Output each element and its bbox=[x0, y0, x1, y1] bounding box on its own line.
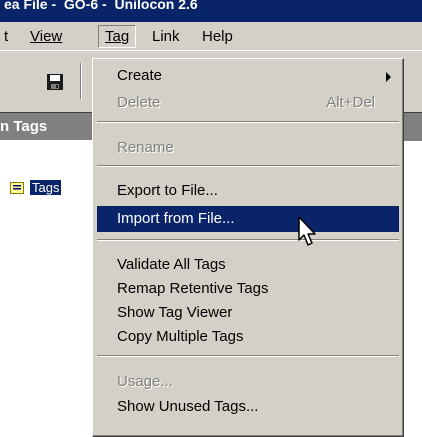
menu-item-remap[interactable]: Remap Retentive Tags bbox=[97, 276, 399, 302]
menu-item-rename-label: Rename bbox=[117, 139, 174, 156]
menu-item-usage-label: Usage... bbox=[117, 373, 173, 390]
menu-item-show-unused[interactable]: Show Unused Tags... bbox=[97, 394, 399, 420]
menu-item-create[interactable]: Create bbox=[97, 63, 399, 89]
tree-node-tags[interactable]: Tags bbox=[28, 179, 63, 196]
menu-item-copy-multiple-label: Copy Multiple Tags bbox=[117, 328, 244, 345]
menu-tag[interactable]: Tag bbox=[98, 25, 137, 48]
menu-item-create-label: Create bbox=[117, 67, 163, 84]
tag-folder-icon[interactable] bbox=[10, 182, 24, 194]
menu-item-delete: Delete Alt+Del bbox=[97, 90, 399, 116]
menu-tag-label: Tag bbox=[105, 28, 130, 45]
submenu-arrow-icon bbox=[386, 72, 391, 82]
menu-view[interactable]: View bbox=[30, 28, 62, 45]
mouse-pointer-icon bbox=[298, 216, 316, 246]
toolbar-separator bbox=[80, 63, 82, 99]
title-bar: ea File - GO-6 - Unilocon 2.6 bbox=[0, 0, 422, 22]
menu-link[interactable]: Link bbox=[152, 28, 180, 45]
save-icon[interactable] bbox=[46, 73, 64, 91]
menu-item-export-label: Export to File... bbox=[117, 182, 218, 199]
menu-help[interactable]: Help bbox=[202, 28, 233, 45]
menu-link-label: Link bbox=[152, 28, 180, 45]
menu-edit-fragment[interactable]: t bbox=[4, 28, 8, 45]
menu-item-export[interactable]: Export to File... bbox=[97, 178, 399, 204]
menu-item-import-label: Import from File... bbox=[117, 210, 235, 227]
tag-menu-dropdown: Create Delete Alt+Del Rename Export to F… bbox=[92, 58, 404, 437]
menu-item-delete-label: Delete bbox=[117, 94, 161, 111]
menu-item-usage: Usage... bbox=[97, 369, 399, 395]
tag-tree: Tags bbox=[0, 140, 100, 435]
menu-item-import[interactable]: Import from File... bbox=[97, 206, 399, 232]
menu-item-show-unused-label: Show Unused Tags... bbox=[117, 398, 259, 415]
menu-view-label: View bbox=[30, 28, 63, 45]
menu-item-copy-multiple[interactable]: Copy Multiple Tags bbox=[97, 324, 399, 350]
menu-bar: t View Tag Link Help bbox=[0, 22, 422, 50]
menu-separator bbox=[97, 121, 399, 123]
menu-item-show-viewer-label: Show Tag Viewer bbox=[117, 304, 233, 321]
menu-item-rename: Rename bbox=[97, 135, 399, 161]
menu-item-validate[interactable]: Validate All Tags bbox=[97, 252, 399, 278]
menu-item-show-viewer[interactable]: Show Tag Viewer bbox=[97, 300, 399, 326]
menu-separator bbox=[97, 165, 399, 167]
menu-separator bbox=[97, 239, 399, 241]
menu-separator bbox=[97, 355, 399, 357]
window-title: ea File - GO-6 - Unilocon 2.6 bbox=[4, 0, 198, 12]
menu-item-remap-label: Remap Retentive Tags bbox=[117, 280, 269, 297]
tags-panel-title: n Tags bbox=[0, 118, 48, 135]
menu-item-delete-shortcut: Alt+Del bbox=[326, 94, 375, 111]
menu-help-label: Help bbox=[202, 28, 233, 45]
menu-item-validate-label: Validate All Tags bbox=[117, 256, 226, 273]
